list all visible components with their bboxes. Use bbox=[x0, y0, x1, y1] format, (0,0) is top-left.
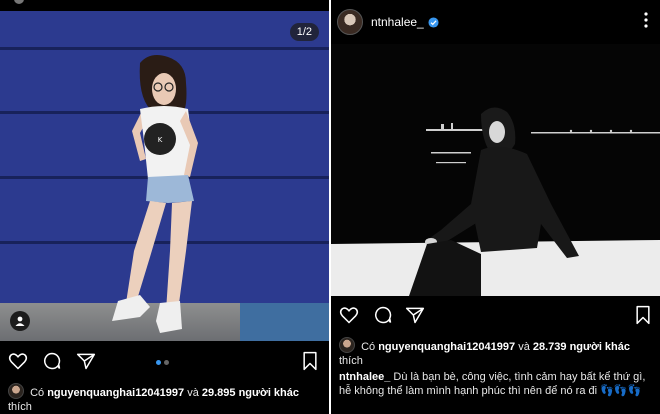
likes-text: Có nguyenquanghai12041997 và 29.895 ngườ… bbox=[8, 383, 320, 414]
verified-icon bbox=[428, 16, 439, 28]
more-icon[interactable] bbox=[644, 12, 648, 28]
post-username[interactable]: ntnhalee_ bbox=[371, 15, 424, 29]
heart-icon[interactable] bbox=[339, 305, 359, 325]
person-figure: K bbox=[112, 55, 198, 333]
bookmark-icon[interactable] bbox=[633, 305, 653, 325]
likes-text: Có nguyenquanghai12041997 và 28.739 ngườ… bbox=[339, 337, 651, 368]
post-header: ntnhalee_ bbox=[331, 0, 660, 44]
avatar[interactable] bbox=[14, 0, 24, 4]
carousel-dot bbox=[164, 360, 169, 365]
likes-suffix: thích bbox=[339, 355, 363, 367]
avatar[interactable] bbox=[8, 383, 24, 399]
right-post: ntnhalee_ Có nguyenquanghai12041997 và 2… bbox=[331, 0, 660, 414]
likes-username[interactable]: nguyenquanghai12041997 bbox=[47, 387, 184, 399]
screenshot: K 1/2 Có nguyenquanghai12041997 và 29.89… bbox=[0, 0, 660, 414]
likes-username[interactable]: nguyenquanghai12041997 bbox=[378, 341, 515, 353]
likes-prefix: Có bbox=[30, 387, 45, 399]
likes-connector: và bbox=[187, 387, 199, 399]
action-bar bbox=[331, 303, 660, 331]
heart-icon[interactable] bbox=[8, 351, 28, 371]
post-photo[interactable]: K 1/2 bbox=[0, 11, 329, 341]
caption-emoji: 👣👣👣 bbox=[600, 385, 642, 397]
post-photo[interactable] bbox=[331, 44, 660, 296]
post-caption: ntnhalee_ Dù là bạn bè, công việc, tình … bbox=[339, 370, 653, 398]
action-bar bbox=[0, 349, 329, 377]
share-icon[interactable] bbox=[76, 351, 96, 371]
share-icon[interactable] bbox=[405, 305, 425, 325]
user-tag-icon bbox=[15, 316, 25, 326]
user-tag-button[interactable] bbox=[10, 311, 30, 331]
left-post: K 1/2 Có nguyenquanghai12041997 và 29.89… bbox=[0, 0, 329, 414]
likes-suffix: thích bbox=[8, 401, 32, 413]
left-post-header bbox=[0, 0, 329, 11]
carousel-dots bbox=[156, 360, 169, 365]
comment-icon[interactable] bbox=[373, 305, 393, 325]
caption-username[interactable]: ntnhalee_ bbox=[339, 371, 390, 383]
svg-text:K: K bbox=[158, 136, 163, 144]
night-photo bbox=[331, 44, 660, 296]
likes-connector: và bbox=[518, 341, 530, 353]
page-indicator: 1/2 bbox=[289, 23, 319, 41]
likes-prefix: Có bbox=[361, 341, 376, 353]
avatar[interactable] bbox=[337, 9, 363, 35]
avatar[interactable] bbox=[339, 337, 355, 353]
likes-count[interactable]: 28.739 người khác bbox=[533, 341, 630, 353]
bookmark-icon[interactable] bbox=[300, 351, 320, 371]
likes-count[interactable]: 29.895 người khác bbox=[202, 387, 299, 399]
comment-icon[interactable] bbox=[42, 351, 62, 371]
carousel-dot bbox=[156, 360, 161, 365]
